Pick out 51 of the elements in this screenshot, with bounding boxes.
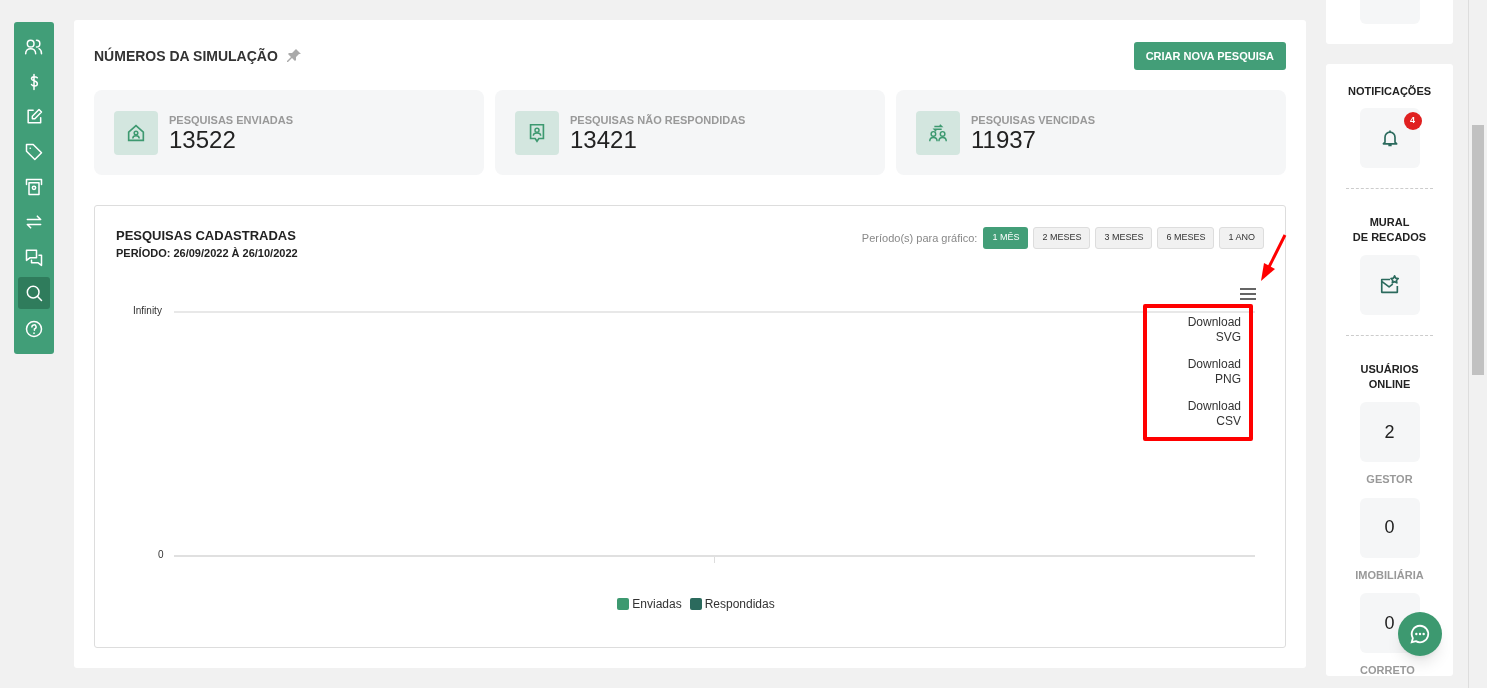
legend-swatch[interactable] — [689, 598, 702, 610]
axis-label: 0 — [158, 548, 164, 562]
arrow — [1258, 233, 1288, 283]
menu-item[interactable]: Download SVG — [1187, 315, 1241, 345]
users-swap-icon — [927, 121, 949, 144]
stat-label: PESQUISAS ENVIADAS — [169, 112, 294, 127]
edit-icon — [24, 107, 44, 127]
period-tab[interactable]: 6 MESES — [1157, 227, 1215, 249]
period-tab[interactable]: 2 MESES — [1033, 227, 1091, 249]
swap-icon — [24, 212, 44, 232]
pin-icon[interactable] — [285, 48, 302, 64]
users-icon — [24, 37, 44, 57]
count-tile: 2 — [1359, 402, 1420, 462]
menu-item[interactable]: Download PNG — [1187, 357, 1241, 387]
chat-icon — [1409, 623, 1431, 645]
scrollbar[interactable] — [1468, 0, 1487, 688]
icon-tile[interactable]: 4 — [1359, 108, 1420, 168]
help-icon — [24, 319, 44, 339]
axis-tick — [714, 557, 715, 563]
chart-title: PESQUISAS CADASTRADAS — [116, 228, 297, 244]
panel-heading: MURAL DE RECADOS — [1352, 215, 1427, 245]
legend-label[interactable]: Respondidas — [704, 595, 775, 613]
icon-tile[interactable] — [1359, 255, 1420, 315]
legend-swatch[interactable] — [617, 598, 630, 610]
stat-label: PESQUISAS NÃO RESPONDIDAS — [570, 112, 746, 127]
section-title: NÚMEROS DA SIMULAÇÃO — [94, 46, 278, 66]
period-label: Período(s) para gráfico: — [861, 230, 978, 246]
stat-label: PESQUISAS VENCIDAS — [971, 112, 1096, 127]
group-label: IMOBILIÁRIA — [1355, 567, 1424, 583]
count-tile: 0 — [1359, 497, 1420, 558]
mail-star-icon — [1378, 274, 1401, 296]
period-tab[interactable]: 1 ANO — [1219, 227, 1264, 249]
search-icon — [24, 283, 44, 303]
chat-icon — [24, 247, 44, 267]
stat-value: 13522 — [169, 126, 237, 153]
stat-value: 13421 — [570, 126, 638, 153]
notification-badge: 4 — [1403, 112, 1422, 130]
group-label: CORRETO — [1360, 663, 1415, 676]
sidebar-item[interactable] — [18, 277, 50, 309]
axis-label: Infinity — [133, 304, 162, 318]
legend-label[interactable]: Enviadas — [632, 595, 682, 613]
tag-icon — [24, 142, 44, 162]
group-label: GESTOR — [1366, 472, 1413, 487]
period-tab[interactable]: 3 MESES — [1095, 227, 1153, 249]
period-text: PERÍODO: 26/09/2022 À 26/10/2022 — [116, 246, 298, 261]
panel-heading: NOTIFICAÇÕES — [1347, 84, 1432, 99]
menu-item[interactable]: Download CSV — [1187, 399, 1241, 429]
panel-heading: USUÁRIOS ONLINE — [1360, 362, 1419, 392]
menu-icon[interactable] — [1240, 288, 1256, 300]
atm-icon — [24, 177, 44, 197]
stat-value: 11937 — [971, 126, 1037, 153]
